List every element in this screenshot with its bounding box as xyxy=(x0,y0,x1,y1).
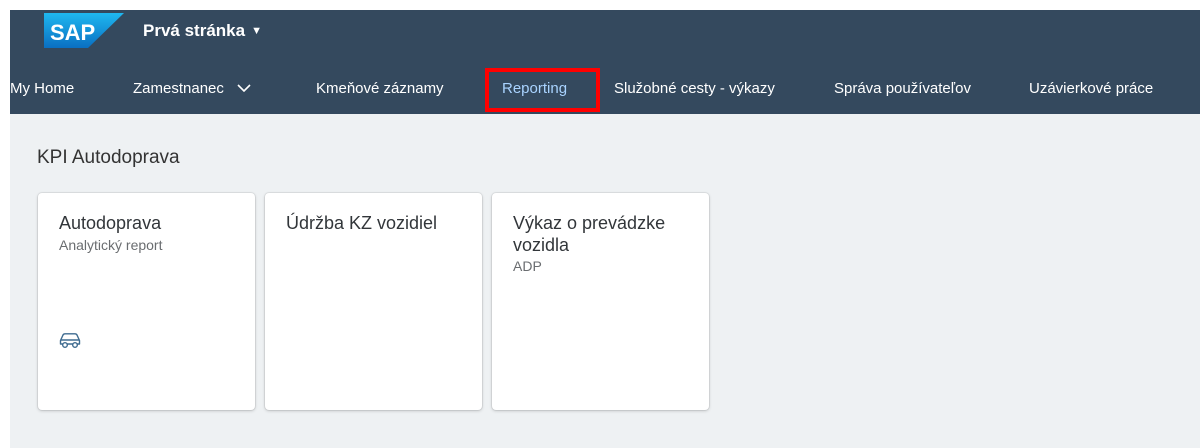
tile-udrzba-kz-vozidiel[interactable]: Údržba KZ vozidiel xyxy=(265,193,482,410)
car-icon xyxy=(59,333,81,348)
sap-logo[interactable]: SAP xyxy=(44,13,124,48)
nav-item-uzavierkove-prace[interactable]: Uzávierkové práce xyxy=(1029,62,1153,114)
nav-item-label: Uzávierkové práce xyxy=(1029,79,1154,97)
nav-item-label: Kmeňové záznamy xyxy=(316,79,444,97)
nav-item-zamestnanec[interactable]: Zamestnanec xyxy=(133,62,251,114)
svg-text:SAP: SAP xyxy=(50,20,95,45)
tile-title-block: Výkaz o prevádzke vozidla ADP xyxy=(513,213,693,275)
app-shell: SAP Prvá stránka ▼ My Home Zamestnanec K… xyxy=(10,10,1200,448)
tile-title: Výkaz o prevádzke vozidla xyxy=(513,213,666,255)
tile-vykaz-o-prevadzke[interactable]: Výkaz o prevádzke vozidla ADP xyxy=(492,193,709,410)
tile-autodoprava[interactable]: Autodoprava Analytický report xyxy=(38,193,255,410)
tile-subtitle: Analytický report xyxy=(59,236,163,253)
tile-title-block: Údržba KZ vozidiel xyxy=(286,213,466,235)
nav-bar: My Home Zamestnanec Kmeňové záznamy Repo… xyxy=(10,62,1200,114)
nav-item-label: Správa používateľov xyxy=(834,79,971,97)
nav-item-sluzobne-cesty[interactable]: Služobné cesty - výkazy xyxy=(614,62,775,114)
nav-item-label: My Home xyxy=(10,79,75,97)
nav-item-my-home[interactable]: My Home xyxy=(10,62,74,114)
tile-title: Údržba KZ vozidiel xyxy=(286,213,438,233)
shell-header: SAP Prvá stránka ▼ xyxy=(10,10,1200,62)
section-title: KPI Autodoprava xyxy=(37,147,180,168)
tile-title: Autodoprava xyxy=(59,213,162,233)
caret-down-icon: ▼ xyxy=(251,25,262,37)
nav-item-sprava-pouzivatelov[interactable]: Správa používateľov xyxy=(834,62,971,114)
tile-title-block: Autodoprava Analytický report xyxy=(59,213,239,253)
reporting-highlight-box xyxy=(485,68,600,112)
page-title: Prvá stránka xyxy=(143,21,246,40)
nav-item-kmenove-zaznamy[interactable]: Kmeňové záznamy xyxy=(316,62,444,114)
tile-subtitle: ADP xyxy=(513,258,542,275)
nav-item-label: Služobné cesty - výkazy xyxy=(614,79,775,97)
nav-item-label: Zamestnanec xyxy=(133,79,224,97)
page-title-menu[interactable]: Prvá stránka ▼ xyxy=(143,21,262,41)
chevron-down-icon xyxy=(237,84,251,92)
